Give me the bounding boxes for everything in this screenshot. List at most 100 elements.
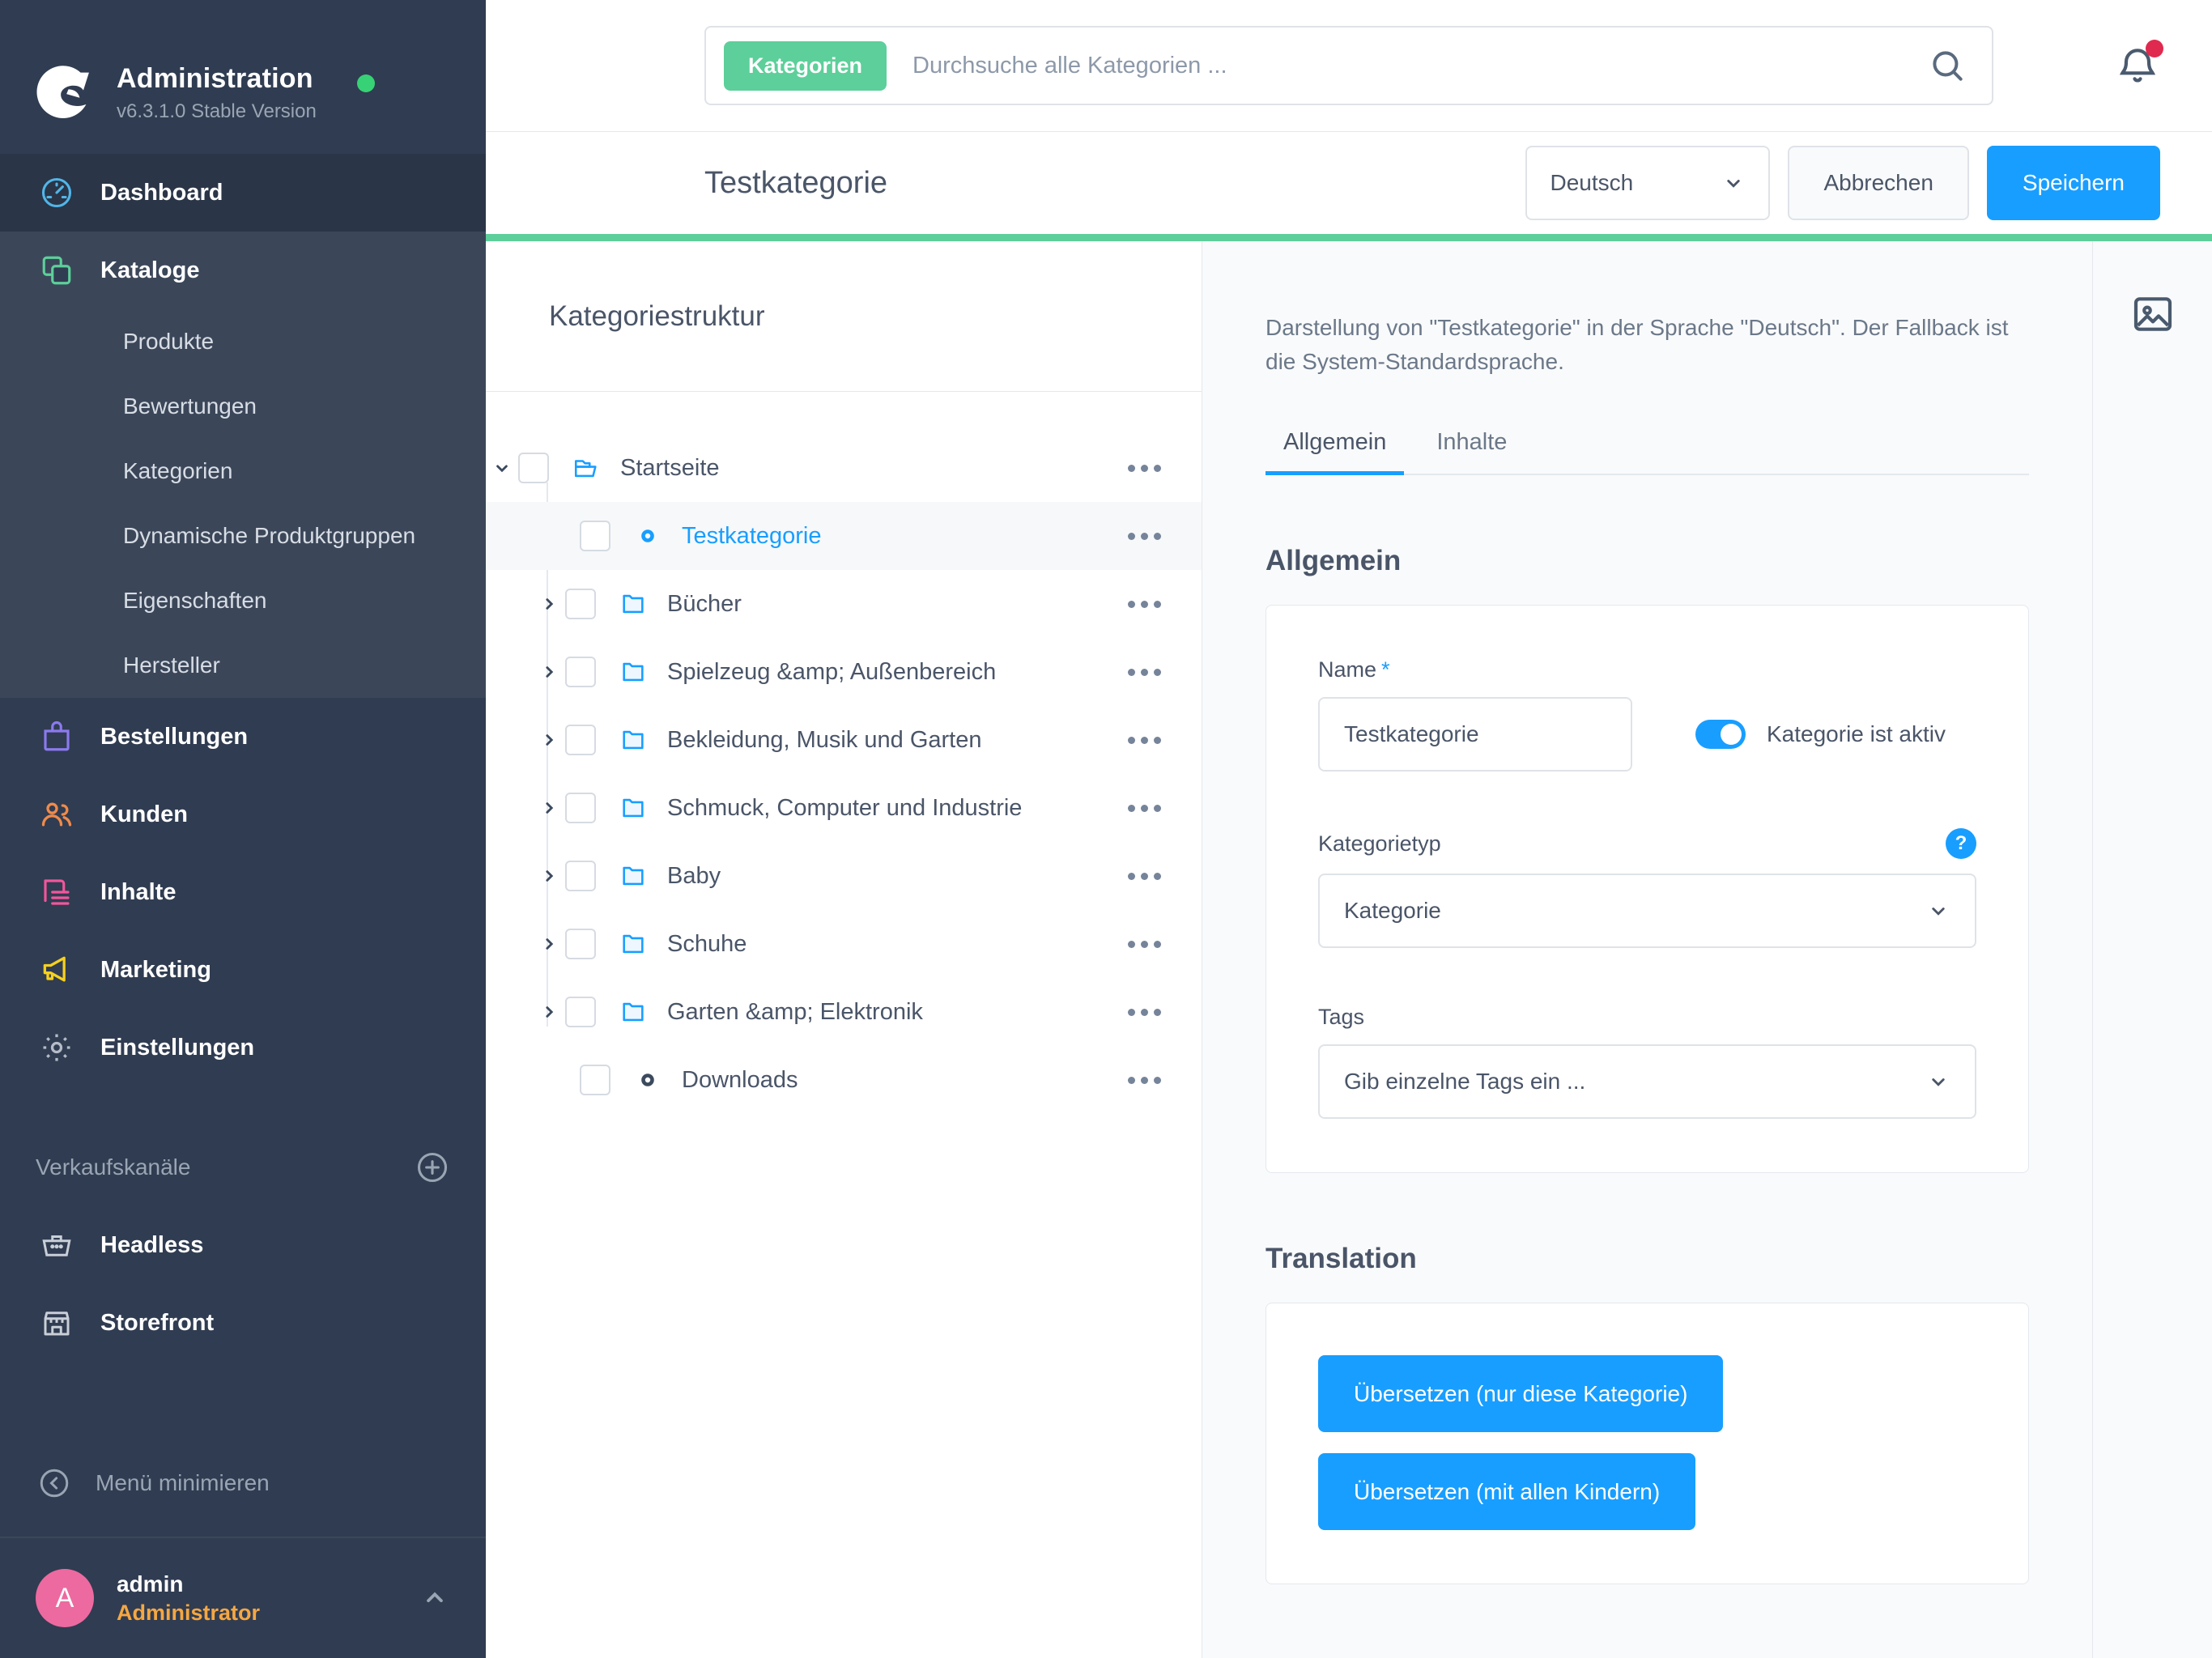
translate-children-button[interactable]: Übersetzen (mit allen Kindern): [1318, 1453, 1696, 1530]
sidebar-header: Administration v6.3.1.0 Stable Version: [0, 0, 486, 154]
tree-row[interactable]: Garten &amp; Elektronik: [486, 978, 1202, 1046]
tags-input[interactable]: Gib einzelne Tags ein ...: [1318, 1044, 1976, 1119]
translate-single-button[interactable]: Übersetzen (nur diese Kategorie): [1318, 1355, 1724, 1432]
media-image-icon[interactable]: [2130, 291, 2176, 337]
minimize-menu-button[interactable]: Menü minimieren: [0, 1444, 486, 1522]
sidebar-brand: Administration v6.3.1.0 Stable Version: [117, 63, 317, 122]
tree-row[interactable]: Bekleidung, Musik und Garten: [486, 706, 1202, 774]
sidebar-item-label: Marketing: [100, 956, 211, 983]
tree-checkbox[interactable]: [565, 929, 596, 959]
tree-context-menu-button[interactable]: [1120, 797, 1169, 820]
sidebar-item-marketing[interactable]: Marketing: [0, 931, 486, 1009]
save-button[interactable]: Speichern: [1986, 146, 2160, 220]
sidebar-item-hersteller[interactable]: Hersteller: [0, 633, 486, 698]
notifications-button[interactable]: [2115, 40, 2163, 88]
tree-row[interactable]: Baby: [486, 842, 1202, 910]
tree-checkbox[interactable]: [565, 861, 596, 891]
tree-row[interactable]: Testkategorie: [486, 502, 1202, 570]
search-scope-badge[interactable]: Kategorien: [724, 40, 887, 91]
category-type-label: Kategorietyp: [1318, 831, 1441, 856]
add-sales-channel-icon[interactable]: [415, 1150, 450, 1185]
help-icon[interactable]: ?: [1946, 828, 1976, 859]
sidebar-item-kataloge[interactable]: Kataloge: [0, 232, 486, 309]
tree-context-menu-button[interactable]: [1120, 1069, 1169, 1092]
section-title-allgemein: Allgemein: [1266, 545, 1402, 576]
tree-context-menu-button[interactable]: [1120, 933, 1169, 956]
sidebar-item-headless[interactable]: Headless: [0, 1206, 486, 1284]
basket-icon: [36, 1224, 78, 1266]
cancel-button[interactable]: Abbrechen: [1788, 146, 1969, 220]
tree-checkbox[interactable]: [565, 725, 596, 755]
tree-checkbox[interactable]: [580, 1065, 610, 1095]
tags-block: Tags Gib einzelne Tags ein ...: [1318, 1005, 1976, 1119]
app-version: v6.3.1.0 Stable Version: [117, 100, 317, 122]
chevron-right-icon[interactable]: [533, 792, 565, 824]
search-input[interactable]: [887, 52, 1927, 79]
user-menu[interactable]: A admin Administrator: [0, 1537, 486, 1658]
language-select[interactable]: Deutsch: [1525, 146, 1771, 220]
tree-row[interactable]: Startseite: [486, 434, 1202, 502]
customers-icon: [36, 793, 78, 835]
name-input[interactable]: Testkategorie: [1318, 697, 1632, 772]
tree-checkbox[interactable]: [518, 453, 549, 483]
sidebar-item-produkte[interactable]: Produkte: [0, 309, 486, 374]
language-select-value: Deutsch: [1550, 170, 1634, 195]
chevron-right-icon[interactable]: [533, 928, 565, 960]
tree-row[interactable]: Downloads: [486, 1046, 1202, 1114]
tree-context-menu-button[interactable]: [1120, 525, 1169, 548]
category-type-select[interactable]: Kategorie: [1318, 874, 1976, 948]
tree-context-menu-button[interactable]: [1120, 457, 1169, 480]
chevron-right-icon[interactable]: [533, 588, 565, 620]
sidebar-item-dynamische-produktgruppen[interactable]: Dynamische Produktgruppen: [0, 504, 486, 568]
global-search[interactable]: Kategorien: [704, 26, 1993, 105]
tree-checkbox[interactable]: [565, 589, 596, 619]
user-role: Administrator: [117, 1600, 261, 1625]
tab-allgemein[interactable]: Allgemein: [1266, 429, 1405, 475]
app-root: Administration v6.3.1.0 Stable Version D…: [0, 0, 2212, 1658]
category-active-label: Kategorie ist aktiv: [1767, 721, 1946, 746]
folder-icon: [617, 860, 649, 892]
sidebar-item-bewertungen[interactable]: Bewertungen: [0, 374, 486, 439]
tree-context-menu-button[interactable]: [1120, 661, 1169, 684]
gear-icon: [36, 1027, 78, 1069]
tree-row[interactable]: Bücher: [486, 570, 1202, 638]
tree-row[interactable]: Schmuck, Computer und Industrie: [486, 774, 1202, 842]
sidebar-item-dashboard[interactable]: Dashboard: [0, 154, 486, 232]
chevron-right-icon[interactable]: [533, 724, 565, 756]
tree-checkbox[interactable]: [565, 657, 596, 687]
sidebar-item-inhalte[interactable]: Inhalte: [0, 853, 486, 931]
tree-context-menu-button[interactable]: [1120, 1001, 1169, 1024]
sidebar-item-eigenschaften[interactable]: Eigenschaften: [0, 568, 486, 633]
content-icon: [36, 871, 78, 913]
tree-checkbox[interactable]: [565, 793, 596, 823]
tree-context-menu-button[interactable]: [1120, 729, 1169, 752]
sidebar-item-storefront[interactable]: Storefront: [0, 1284, 486, 1362]
general-card: Name * Testkategorie Kategorie ist aktiv…: [1266, 605, 2029, 1173]
sidebar-subitem-label: Eigenschaften: [123, 588, 267, 613]
tree-checkbox[interactable]: [580, 521, 610, 551]
tab-inhalte[interactable]: Inhalte: [1419, 429, 1525, 474]
sidebar-item-einstellungen[interactable]: Einstellungen: [0, 1009, 486, 1086]
sidebar-item-bestellungen[interactable]: Bestellungen: [0, 698, 486, 776]
category-active-toggle[interactable]: [1695, 720, 1746, 749]
tree-item-label: Baby: [667, 862, 721, 889]
sidebar-item-kategorien[interactable]: Kategorien: [0, 439, 486, 504]
language-fallback-description: Darstellung von "Testkategorie" in der S…: [1266, 315, 2009, 374]
sidebar-item-kunden[interactable]: Kunden: [0, 776, 486, 853]
chevron-right-icon[interactable]: [533, 996, 565, 1028]
tree-row[interactable]: Schuhe: [486, 910, 1202, 978]
chevron-up-icon[interactable]: [419, 1583, 450, 1613]
search-icon[interactable]: [1927, 45, 1967, 86]
tree-row[interactable]: Spielzeug &amp; Außenbereich: [486, 638, 1202, 706]
chevron-right-icon[interactable]: [533, 656, 565, 688]
chevron-right-icon[interactable]: [533, 860, 565, 892]
user-meta: admin Administrator: [117, 1571, 260, 1626]
tree-context-menu-button[interactable]: [1120, 593, 1169, 616]
tree-checkbox[interactable]: [565, 997, 596, 1027]
tree-item-label: Spielzeug &amp; Außenbereich: [667, 658, 997, 685]
dot-icon: [632, 1064, 664, 1096]
tree-context-menu-button[interactable]: [1120, 865, 1169, 888]
sidebar-item-label: Inhalte: [100, 878, 177, 905]
tree-item-label: Schuhe: [667, 930, 747, 957]
chevron-down-icon[interactable]: [486, 452, 518, 484]
